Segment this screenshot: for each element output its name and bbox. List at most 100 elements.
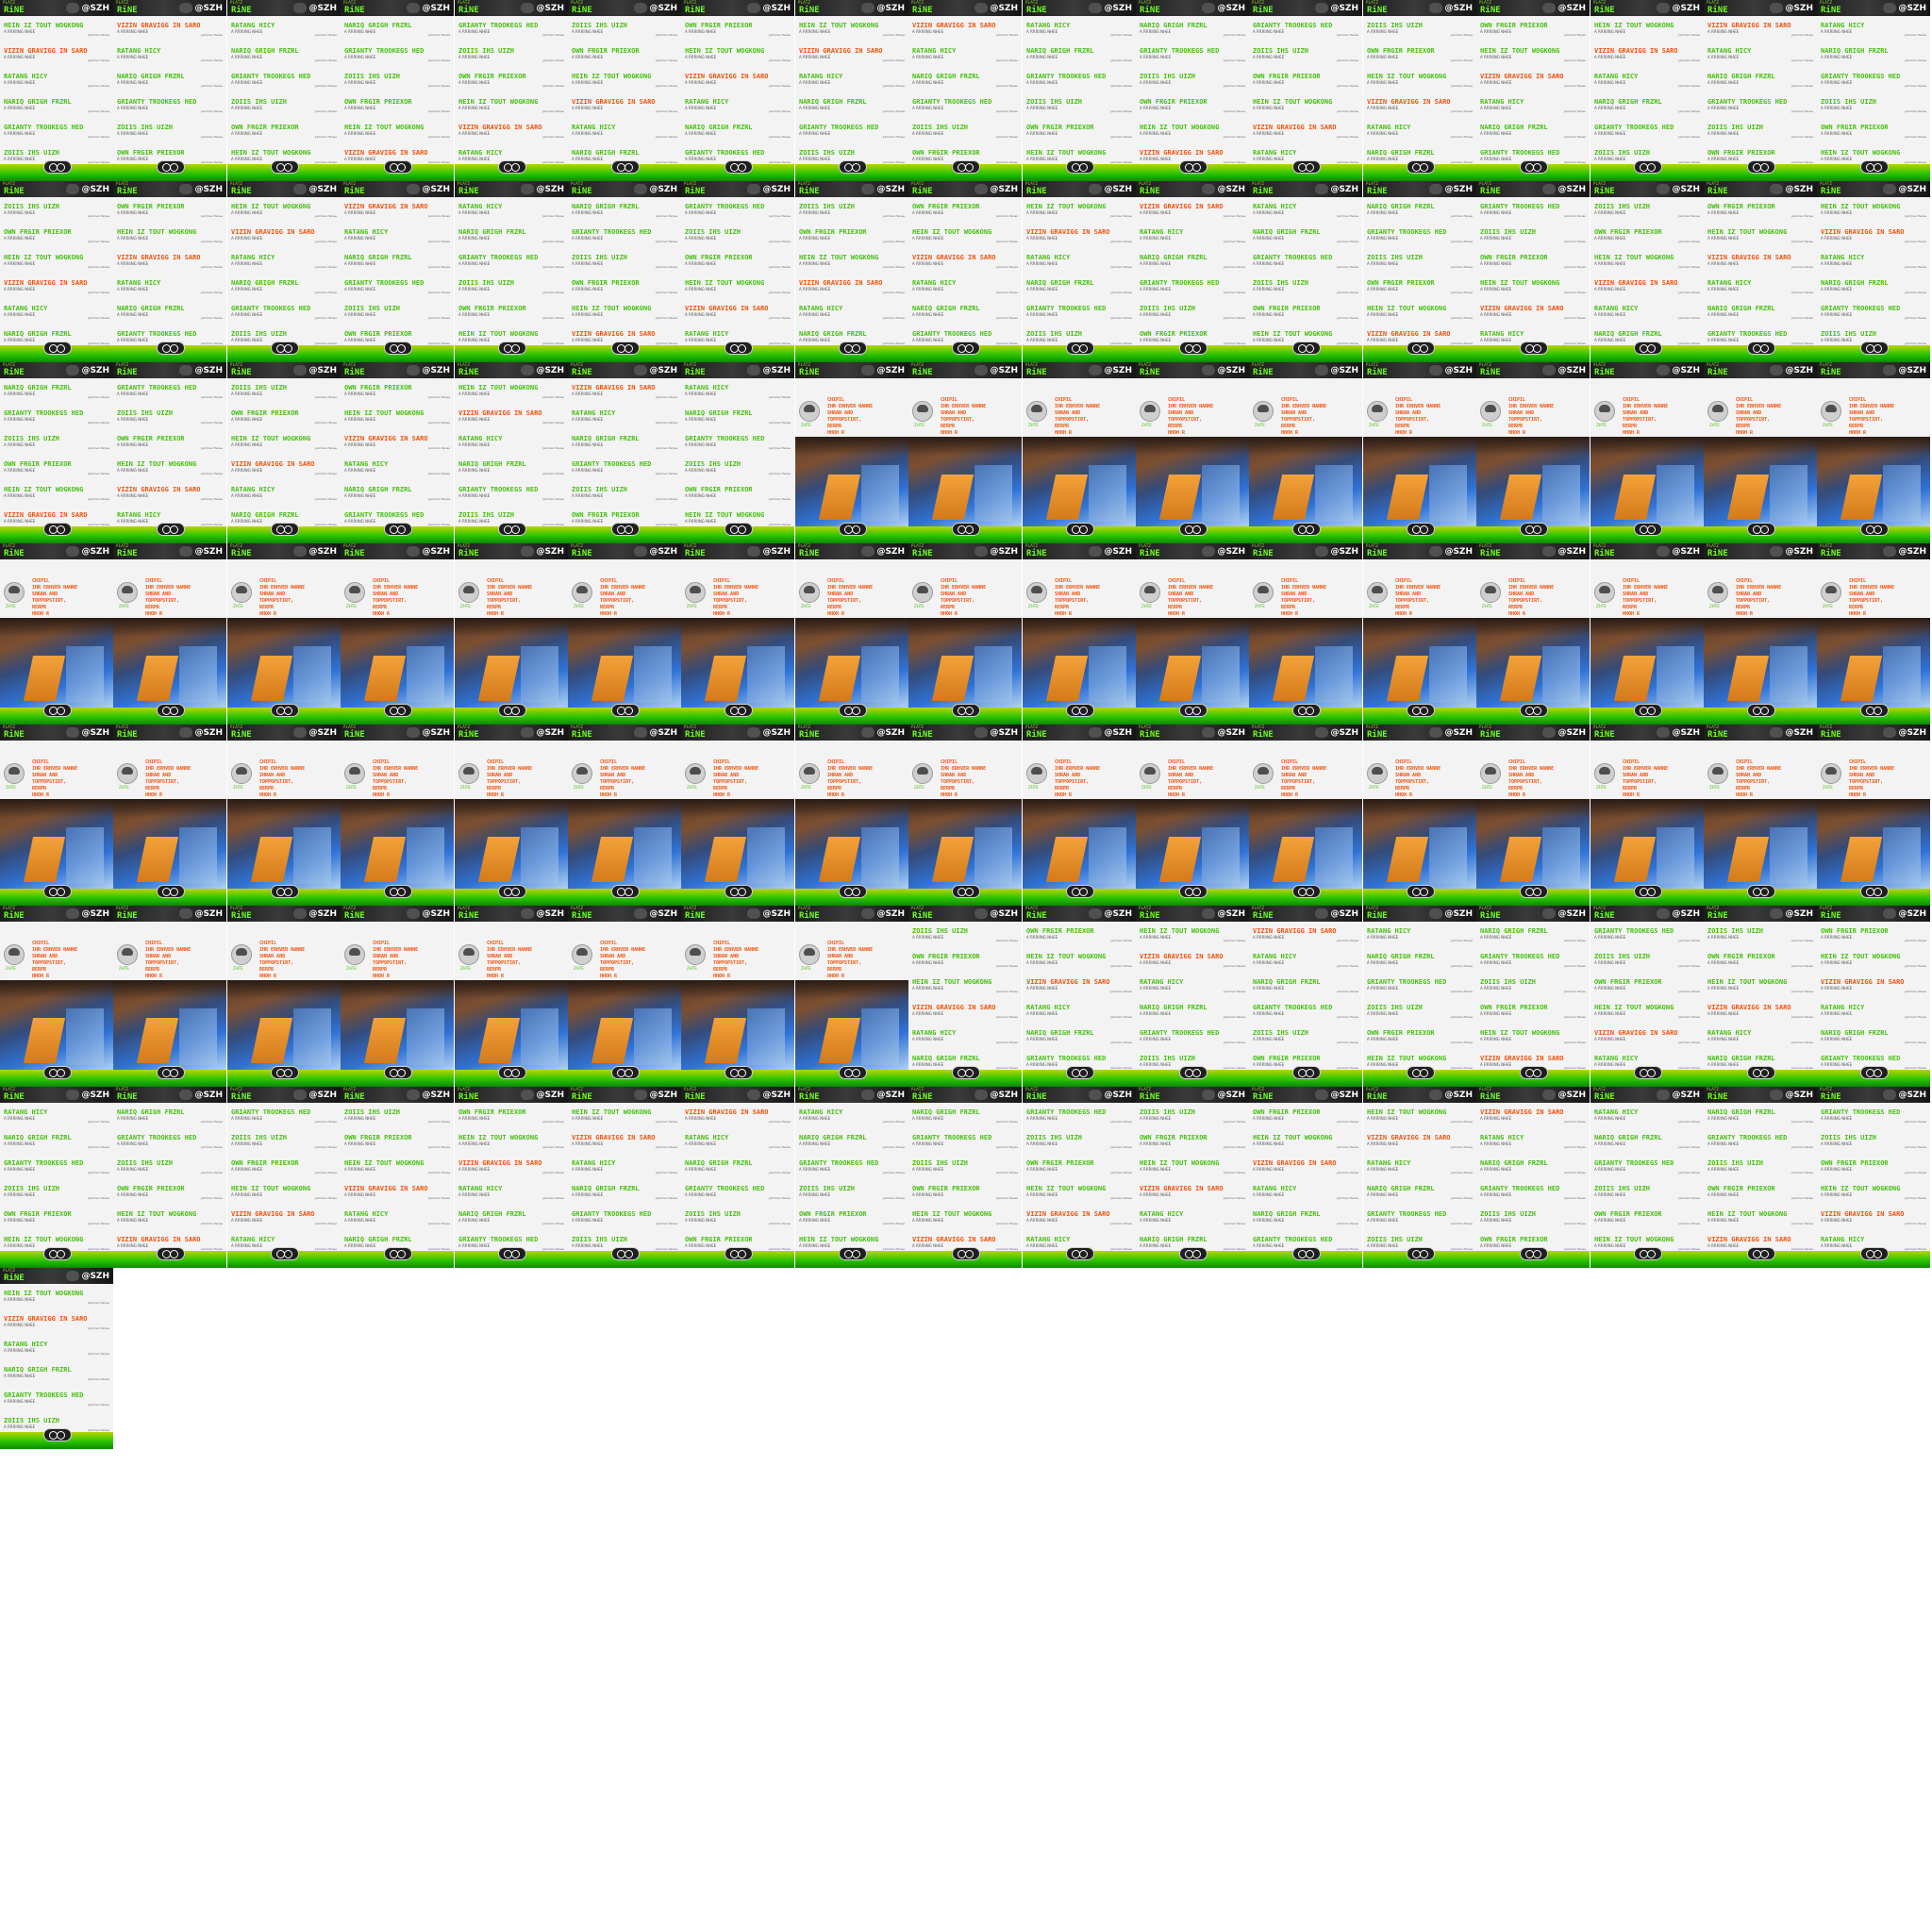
profile-icon[interactable]: [66, 3, 79, 13]
avatar[interactable]: [685, 944, 706, 965]
list-item[interactable]: NARIQ GRIGH FRZRL A RRRIING NHEE Jamman He…: [231, 47, 337, 62]
binoculars-icon[interactable]: [157, 885, 185, 898]
list-item[interactable]: GRIANTY TROOKEGS HED A RRRIING NHEE Jamman…: [1140, 47, 1245, 62]
app-logo[interactable]: RiNE: [117, 730, 138, 740]
profile-icon[interactable]: [1542, 3, 1556, 13]
profile-icon[interactable]: [1657, 184, 1670, 194]
user-handle[interactable]: @SZH: [194, 4, 223, 13]
app-logo[interactable]: RiNE: [458, 1092, 479, 1102]
binoculars-icon[interactable]: [1292, 160, 1321, 174]
binoculars-icon[interactable]: [43, 523, 72, 536]
list-item[interactable]: ZOIIS IHS UIZH A RRRIING NHEE Jamman Hense: [1367, 1004, 1473, 1019]
list-item[interactable]: RATANG HICY A RRRIING NHEE Jamman Hense: [685, 98, 791, 113]
user-handle[interactable]: @SZH: [81, 547, 109, 557]
profile-icon[interactable]: [634, 3, 647, 13]
list-item[interactable]: NARIQ GRIGH FRZRL A RRRIING NHEE Jamman He…: [4, 1134, 109, 1149]
binoculars-icon[interactable]: [1634, 160, 1662, 174]
list-item[interactable]: GRIANTY TROOKEGS HED A RRRIING NHEE Jamman…: [458, 22, 564, 37]
profile-icon[interactable]: [1883, 1090, 1896, 1100]
list-item[interactable]: RATANG HICY A RRRIING NHEE Jamman Hense: [685, 1134, 791, 1149]
list-item[interactable]: NARIQ GRIGH FRZRL A RRRIING NHEE Jamman He…: [1480, 124, 1586, 139]
user-handle[interactable]: @SZH: [1217, 728, 1245, 738]
list-item[interactable]: OWN FRGIR PRIEXOR A RRRIING NHEE Jamman He…: [1367, 47, 1473, 62]
list-item[interactable]: HEIN IZ TOUT WOGKONG A RRRIING NHEE Jamman…: [1594, 22, 1700, 37]
list-item[interactable]: GRIANTY TROOKEGS HED A RRRIING NHEE Jamman…: [1707, 98, 1813, 113]
user-handle[interactable]: @SZH: [876, 547, 905, 557]
list-item[interactable]: ZOIIS IHS UIZH A RRRIING NHEE Jamman Hense: [1480, 978, 1586, 993]
profile-icon[interactable]: [1770, 3, 1783, 13]
binoculars-icon[interactable]: [498, 885, 526, 898]
user-handle[interactable]: @SZH: [422, 547, 450, 557]
profile-icon[interactable]: [293, 908, 307, 919]
binoculars-icon[interactable]: [1407, 885, 1435, 898]
app-logo[interactable]: RiNE: [1367, 6, 1388, 15]
app-logo[interactable]: RiNE: [231, 730, 252, 740]
user-handle[interactable]: @SZH: [1785, 1091, 1813, 1100]
list-item[interactable]: HEIN IZ TOUT WOGKONG A RRRIING NHEE Jamman…: [572, 73, 677, 88]
list-item[interactable]: OWN FRGIR PRIEXOR A RRRIING NHEE Jamman He…: [572, 47, 677, 62]
user-handle[interactable]: @SZH: [422, 1091, 450, 1100]
binoculars-icon[interactable]: [1066, 885, 1094, 898]
list-item[interactable]: GRIANTY TROOKEGS HED A RRRIING NHEE Jamman…: [1707, 1134, 1813, 1149]
list-item[interactable]: OWN FRGIR PRIEXOR A RRRIING NHEE Jamman He…: [1140, 98, 1245, 113]
app-logo[interactable]: RiNE: [1594, 911, 1615, 921]
list-item[interactable]: NARIQ GRIGH FRZRL A RRRIING NHEE Jamman He…: [799, 1134, 905, 1149]
list-item[interactable]: VIZIN GRAVIGG IN SARO A RRRIING NHEE Jamma…: [1480, 305, 1586, 320]
list-item[interactable]: NARIQ GRIGH FRZRL A RRRIING NHEE Jamman He…: [117, 1108, 223, 1124]
profile-icon[interactable]: [1883, 3, 1896, 13]
list-item[interactable]: VIZIN GRAVIGG IN SARO A RRRIING NHEE Jamma…: [344, 1185, 450, 1200]
list-item[interactable]: NARIQ GRIGH FRZRL A RRRIING NHEE Jamman He…: [572, 1185, 677, 1200]
profile-icon[interactable]: [179, 184, 192, 194]
app-logo[interactable]: RiNE: [458, 187, 479, 196]
profile-icon[interactable]: [1315, 365, 1328, 375]
app-logo[interactable]: RiNE: [1594, 6, 1615, 15]
user-handle[interactable]: @SZH: [1785, 185, 1813, 194]
list-item[interactable]: HEIN IZ TOUT WOGKONG A RRRIING NHEE Jamman…: [231, 203, 337, 218]
list-item[interactable]: OWN FRGIR PRIEXOR A RRRIING NHEE Jamman He…: [458, 1108, 564, 1124]
list-item[interactable]: ZOIIS IHS UIZH A RRRIING NHEE Jamman Hense: [1026, 1134, 1132, 1149]
list-item[interactable]: VIZIN GRAVIGG IN SARO A RRRIING NHEE Jamma…: [1594, 47, 1700, 62]
profile-icon[interactable]: [66, 1271, 79, 1281]
app-logo[interactable]: RiNE: [4, 1274, 25, 1283]
list-item[interactable]: VIZIN GRAVIGG IN SARO A RRRIING NHEE Jamma…: [1821, 228, 1926, 243]
list-item[interactable]: NARIQ GRIGH FRZRL A RRRIING NHEE Jamman He…: [1367, 1185, 1473, 1200]
list-item[interactable]: HEIN IZ TOUT WOGKONG A RRRIING NHEE Jamman…: [344, 1159, 450, 1174]
app-logo[interactable]: RiNE: [117, 6, 138, 15]
binoculars-icon[interactable]: [498, 160, 526, 174]
binoculars-icon[interactable]: [43, 704, 72, 717]
binoculars-icon[interactable]: [952, 1247, 980, 1260]
user-handle[interactable]: @SZH: [1217, 4, 1245, 13]
list-item[interactable]: RATANG HICY A RRRIING NHEE Jamman Hense: [344, 228, 450, 243]
list-item[interactable]: GRIANTY TROOKEGS HED A RRRIING NHEE Jamman…: [4, 124, 109, 139]
user-handle[interactable]: @SZH: [1898, 547, 1926, 557]
avatar[interactable]: [1707, 582, 1728, 603]
app-logo[interactable]: RiNE: [1367, 730, 1388, 740]
profile-icon[interactable]: [407, 727, 420, 738]
list-item[interactable]: HEIN IZ TOUT WOGKONG A RRRIING NHEE Jamman…: [231, 1185, 337, 1200]
binoculars-icon[interactable]: [1860, 341, 1889, 355]
user-handle[interactable]: @SZH: [194, 185, 223, 194]
list-item[interactable]: VIZIN GRAVIGG IN SARO A RRRIING NHEE Jamma…: [117, 22, 223, 37]
profile-icon[interactable]: [521, 1090, 534, 1100]
list-item[interactable]: OWN FRGIR PRIEXOR A RRRIING NHEE Jamman He…: [344, 98, 450, 113]
profile-icon[interactable]: [1542, 1090, 1556, 1100]
binoculars-icon[interactable]: [952, 523, 980, 536]
user-handle[interactable]: @SZH: [1444, 1091, 1473, 1100]
profile-icon[interactable]: [1202, 727, 1215, 738]
profile-icon[interactable]: [1542, 365, 1556, 375]
profile-icon[interactable]: [974, 727, 988, 738]
list-item[interactable]: GRIANTY TROOKEGS HED A RRRIING NHEE Jamman…: [1367, 978, 1473, 993]
app-logo[interactable]: RiNE: [1253, 730, 1274, 740]
binoculars-icon[interactable]: [271, 704, 299, 717]
profile-icon[interactable]: [1202, 3, 1215, 13]
profile-icon[interactable]: [407, 184, 420, 194]
list-item[interactable]: VIZIN GRAVIGG IN SARO A RRRIING NHEE Jamma…: [1594, 279, 1700, 294]
profile-icon[interactable]: [66, 727, 79, 738]
list-item[interactable]: HEIN IZ TOUT WOGKONG A RRRIING NHEE Jamman…: [912, 1210, 1018, 1225]
user-handle[interactable]: @SZH: [1330, 366, 1358, 375]
list-item[interactable]: HEIN IZ TOUT WOGKONG A RRRIING NHEE Jamman…: [1026, 203, 1132, 218]
profile-icon[interactable]: [747, 546, 760, 557]
profile-icon[interactable]: [1657, 1090, 1670, 1100]
list-item[interactable]: GRIANTY TROOKEGS HED A RRRIING NHEE Jamman…: [1480, 1185, 1586, 1200]
list-item[interactable]: RATANG HICY A RRRIING NHEE Jamman Hense: [572, 124, 677, 139]
